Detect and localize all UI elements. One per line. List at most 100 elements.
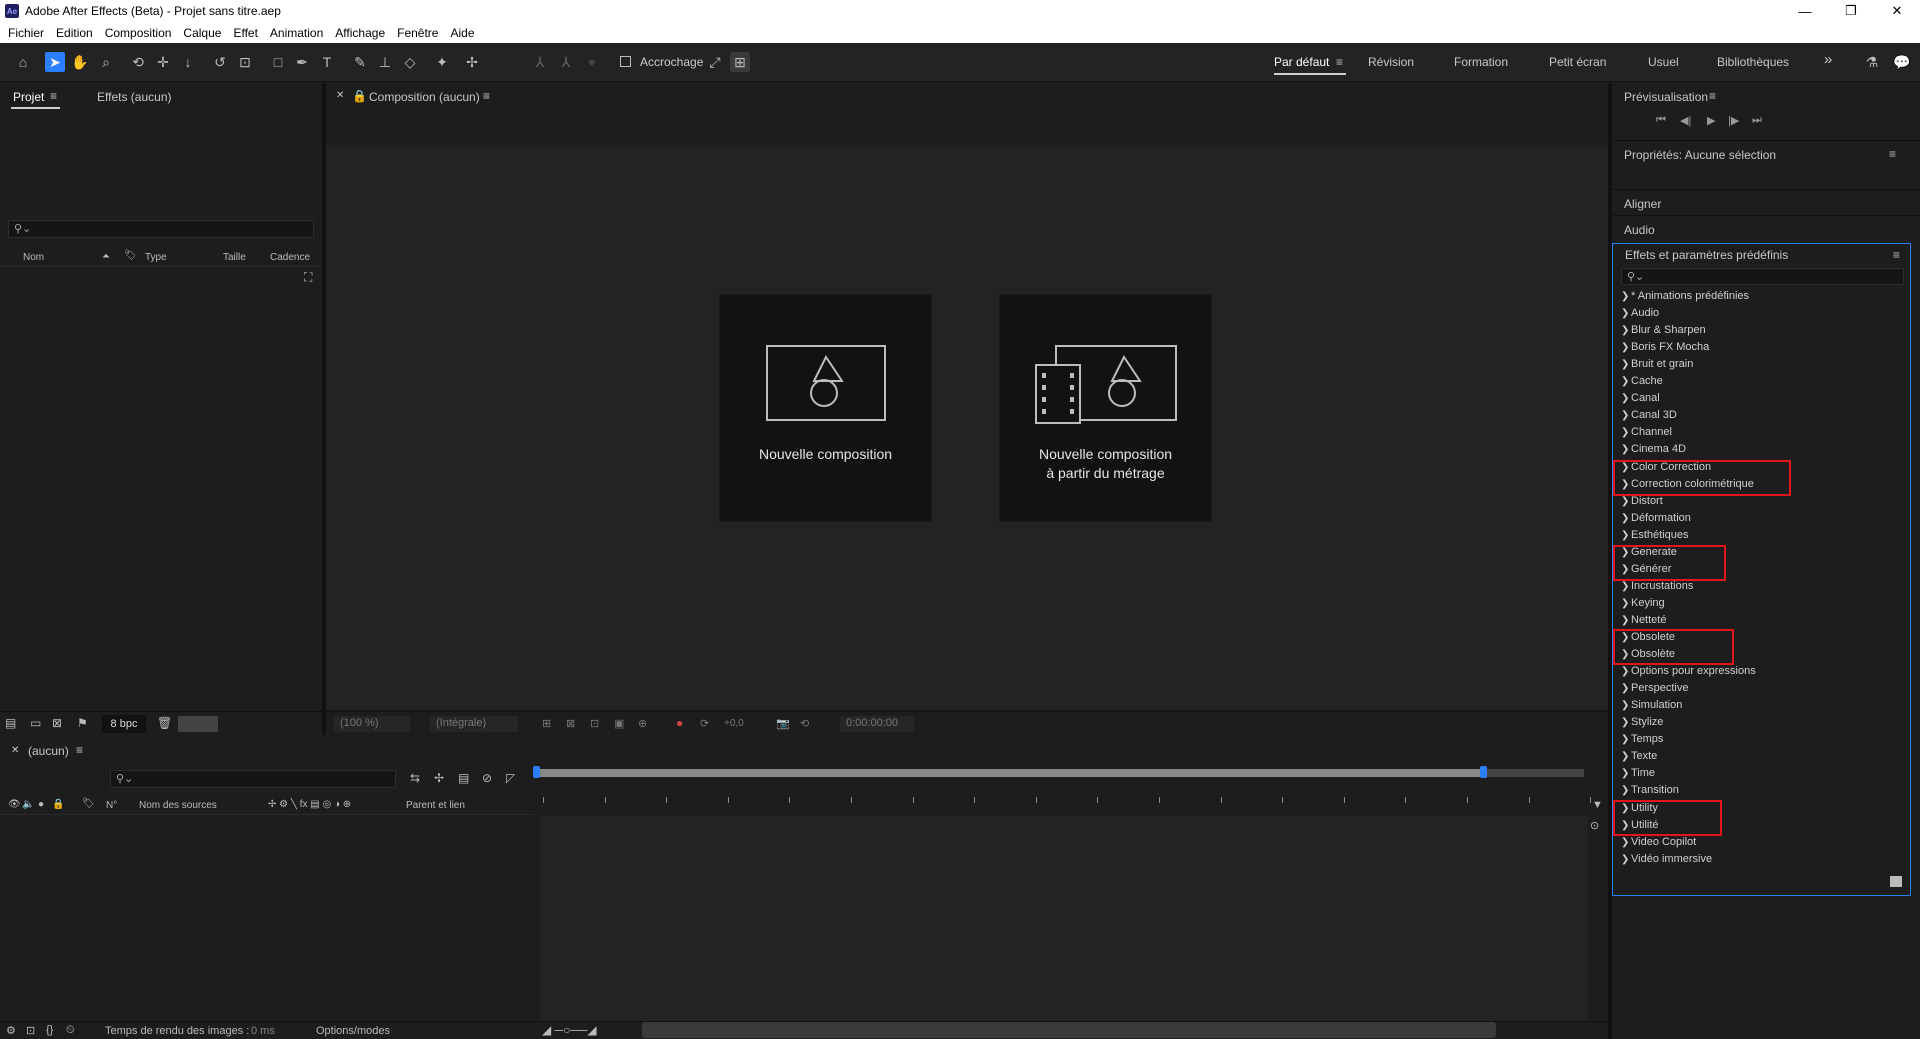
- properties-menu-icon[interactable]: ≡: [1889, 147, 1896, 161]
- effects-menu-icon[interactable]: ≡: [1893, 248, 1900, 262]
- roto-brush-tool-icon[interactable]: ✦: [432, 52, 452, 72]
- transparency-grid-icon[interactable]: ⊠: [566, 717, 575, 730]
- chevron-right-icon[interactable]: ❯: [1621, 424, 1631, 441]
- tab-projet[interactable]: Projet: [13, 90, 44, 104]
- effect-category-item[interactable]: ❯ Stylize: [1621, 714, 1663, 731]
- workspace-menu-icon[interactable]: ≡: [1336, 55, 1343, 69]
- column-type[interactable]: Type: [145, 252, 167, 263]
- chevron-right-icon[interactable]: ❯: [1621, 851, 1631, 868]
- tab-timeline[interactable]: (aucun): [28, 744, 69, 758]
- pan-camera-tool-icon[interactable]: ✛: [153, 52, 173, 72]
- chevron-right-icon[interactable]: ❯: [1621, 441, 1631, 458]
- options-modes-toggle[interactable]: Options/modes: [316, 1025, 390, 1037]
- tab-composition[interactable]: Composition (aucun): [369, 90, 480, 104]
- preview-menu-icon[interactable]: ≡: [1709, 89, 1716, 103]
- lock-column-icon[interactable]: 🔒: [52, 799, 64, 810]
- effect-category-item[interactable]: ❯ Transition: [1621, 782, 1679, 799]
- restore-button[interactable]: ❐: [1828, 0, 1874, 22]
- effect-category-item[interactable]: ❯ Texte: [1621, 748, 1657, 765]
- workspace-tab-formation[interactable]: Formation: [1454, 55, 1508, 69]
- new-folder-icon[interactable]: ▭: [30, 716, 41, 730]
- guides-icon[interactable]: ⊕: [638, 717, 647, 730]
- interpret-footage-icon[interactable]: ▤: [5, 716, 16, 730]
- menu-edition[interactable]: Edition: [50, 26, 99, 40]
- chevron-right-icon[interactable]: ❯: [1621, 322, 1631, 339]
- audio-panel[interactable]: Audio: [1612, 215, 1920, 242]
- effect-category-item[interactable]: ❯ Cinema 4D: [1621, 441, 1686, 458]
- effect-category-item[interactable]: ❯ Keying: [1621, 595, 1665, 612]
- close-timeline-tab-icon[interactable]: ✕: [11, 745, 19, 756]
- zoom-tool-icon[interactable]: ⌕: [96, 52, 116, 72]
- view-axis-icon[interactable]: ⌖: [582, 52, 602, 72]
- sort-ascending-icon[interactable]: ⏶: [102, 251, 110, 262]
- effect-category-item[interactable]: ❯ Time: [1621, 765, 1655, 782]
- effect-category-item[interactable]: ❯ Esthétiques: [1621, 527, 1688, 544]
- effect-category-item[interactable]: ❯ Options pour expressions: [1621, 663, 1756, 680]
- next-frame-icon[interactable]: |▶: [1728, 114, 1739, 127]
- layer-switches-icon[interactable]: ⚙: [6, 1024, 16, 1037]
- chevron-right-icon[interactable]: ❯: [1621, 731, 1631, 748]
- exposure-value[interactable]: +0,0: [724, 718, 744, 729]
- label-tag-icon[interactable]: 🏷: [124, 250, 137, 261]
- more-workspaces-button[interactable]: »: [1824, 51, 1832, 68]
- chevron-right-icon[interactable]: ❯: [1621, 748, 1631, 765]
- chevron-right-icon[interactable]: ❯: [1621, 527, 1631, 544]
- world-axis-icon[interactable]: ⅄: [556, 52, 576, 72]
- feedback-icon[interactable]: 💬: [1892, 52, 1912, 72]
- chevron-right-icon[interactable]: ❯: [1621, 714, 1631, 731]
- new-composition-from-footage-card[interactable]: Nouvelle composition à partir du métrage: [999, 294, 1212, 522]
- timeline-search-input[interactable]: ⚲⌄: [110, 770, 396, 788]
- workspace-tab-default[interactable]: Par défaut: [1274, 55, 1329, 69]
- project-panel-menu-icon[interactable]: ≡: [50, 89, 57, 103]
- last-frame-icon[interactable]: ⏭: [1752, 114, 1762, 127]
- column-taille[interactable]: Taille: [223, 252, 246, 263]
- effects-search-input[interactable]: ⚲⌄: [1621, 268, 1904, 285]
- effect-category-item[interactable]: ❯ Canal: [1621, 390, 1660, 407]
- work-area-bar[interactable]: [536, 769, 1484, 777]
- menu-animation[interactable]: Animation: [264, 26, 329, 40]
- color-channels-icon[interactable]: ●: [676, 716, 683, 730]
- switches-column-icons[interactable]: ✢ ⚙ ╲ fx ▤ ◎ ◑ ⊕: [268, 799, 351, 810]
- column-nom[interactable]: Nom: [23, 252, 44, 263]
- effect-category-item[interactable]: ❯ Temps: [1621, 731, 1663, 748]
- audio-switch-icon[interactable]: 🔈: [22, 799, 34, 810]
- dolly-camera-tool-icon[interactable]: ↓: [178, 52, 198, 72]
- effect-category-item[interactable]: ❯ Boris FX Mocha: [1621, 339, 1709, 356]
- effect-category-item[interactable]: ❯ Audio: [1621, 305, 1659, 322]
- rotation-tool-icon[interactable]: ↺: [210, 52, 230, 72]
- close-tab-icon[interactable]: ✕: [336, 90, 344, 101]
- chevron-right-icon[interactable]: ❯: [1621, 339, 1631, 356]
- new-composition-card[interactable]: Nouvelle composition: [719, 294, 932, 522]
- new-composition-icon[interactable]: ⊠: [52, 716, 62, 730]
- lock-icon[interactable]: 🔒: [352, 89, 367, 103]
- chevron-right-icon[interactable]: ❯: [1621, 510, 1631, 527]
- chevron-right-icon[interactable]: ❯: [1621, 390, 1631, 407]
- effect-category-item[interactable]: ❯ Blur & Sharpen: [1621, 322, 1706, 339]
- chevron-right-icon[interactable]: ❯: [1621, 612, 1631, 629]
- play-icon[interactable]: ▶: [1707, 114, 1715, 127]
- menu-fichier[interactable]: Fichier: [2, 26, 50, 40]
- comp-button-icon[interactable]: ⊙: [1590, 819, 1599, 832]
- chevron-right-icon[interactable]: ❯: [1621, 663, 1631, 680]
- work-area-end-handle[interactable]: [1480, 766, 1487, 778]
- local-axis-icon[interactable]: ⅄: [530, 52, 550, 72]
- menu-affichage[interactable]: Affichage: [329, 26, 391, 40]
- timeline-scrollbar[interactable]: [642, 1022, 1496, 1038]
- effect-category-item[interactable]: ❯ Video Copilot: [1621, 834, 1696, 851]
- graph-editor-icon[interactable]: ◸: [506, 771, 515, 785]
- menu-calque[interactable]: Calque: [177, 26, 227, 40]
- brush-tool-icon[interactable]: ✎: [350, 52, 370, 72]
- resolution-dropdown[interactable]: (Intégrale): [430, 716, 518, 732]
- frame-blending-icon[interactable]: ⊘: [482, 771, 492, 785]
- trash-icon[interactable]: 🗑: [157, 716, 172, 730]
- mask-visibility-icon[interactable]: ⊡: [590, 717, 599, 730]
- column-cadence[interactable]: Cadence: [270, 252, 310, 263]
- menu-fenetre[interactable]: Fenêtre: [391, 26, 444, 40]
- effect-category-item[interactable]: ❯ Cache: [1621, 373, 1663, 390]
- current-time-display[interactable]: 0:00:00:00: [840, 716, 914, 732]
- draft-3d-icon[interactable]: ✢: [434, 771, 444, 785]
- menu-effet[interactable]: Effet: [227, 26, 263, 40]
- chevron-right-icon[interactable]: ❯: [1621, 407, 1631, 424]
- workspace-tab-bibliotheques[interactable]: Bibliothèques: [1717, 55, 1789, 69]
- chevron-right-icon[interactable]: ❯: [1621, 288, 1631, 305]
